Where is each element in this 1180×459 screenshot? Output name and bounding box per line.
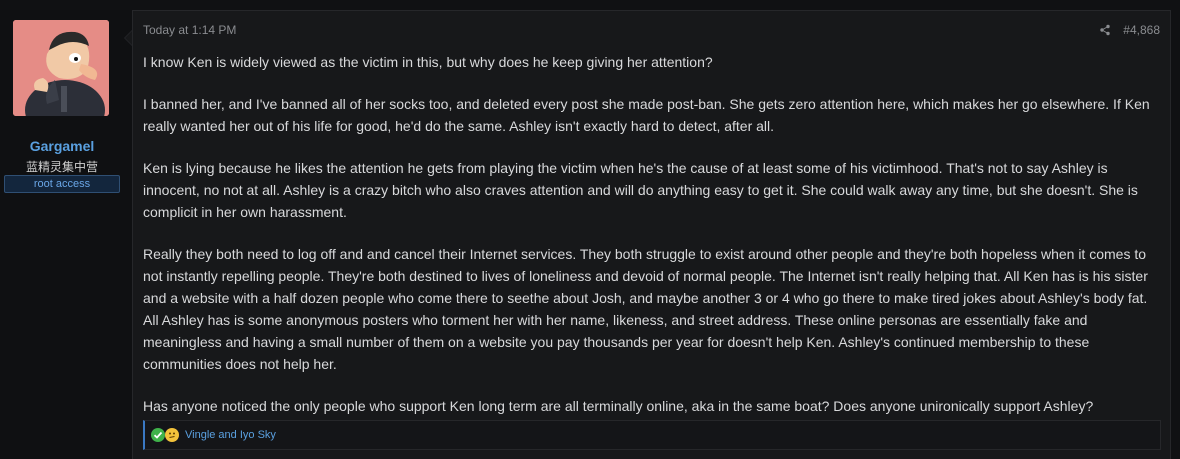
post-paragraph: Has anyone noticed the only people who s…: [143, 398, 1094, 414]
post-date-link[interactable]: Today at 1:14 PM: [143, 23, 236, 37]
user-avatar[interactable]: [13, 20, 109, 116]
thinking-icon: [165, 428, 179, 442]
like-icon: [151, 428, 165, 442]
username-link[interactable]: Gargamel: [0, 138, 124, 154]
reactions-bar[interactable]: Vingle and Iyo Sky: [143, 420, 1161, 450]
forum-post: Gargamel 蓝精灵集中营 root access Today at 1:1…: [0, 0, 1180, 459]
post-main: Today at 1:14 PM #4,868 I know Ken is wi…: [132, 10, 1171, 459]
share-icon[interactable]: [1099, 24, 1111, 36]
post-paragraph: I banned her, and I've banned all of her…: [143, 96, 1150, 134]
post-paragraph: Really they both need to log off and and…: [143, 246, 1148, 372]
post-paragraph: I know Ken is widely viewed as the victi…: [143, 54, 713, 70]
post-number-link[interactable]: #4,868: [1123, 23, 1160, 37]
reaction-users-link[interactable]: Vingle and Iyo Sky: [185, 429, 276, 441]
user-info-column: Gargamel 蓝精灵集中营 root access: [0, 10, 132, 459]
user-title: 蓝精灵集中营: [25, 160, 98, 174]
post-header-actions: #4,868: [1099, 23, 1160, 37]
gargamel-avatar-image: [13, 20, 109, 116]
post-header: Today at 1:14 PM #4,868: [143, 23, 1160, 41]
post-paragraph: Ken is lying because he likes the attent…: [143, 160, 1138, 220]
post-arrow-fill: [125, 31, 132, 45]
post-body: I know Ken is widely viewed as the victi…: [143, 51, 1163, 437]
user-banner: root access: [4, 175, 120, 193]
